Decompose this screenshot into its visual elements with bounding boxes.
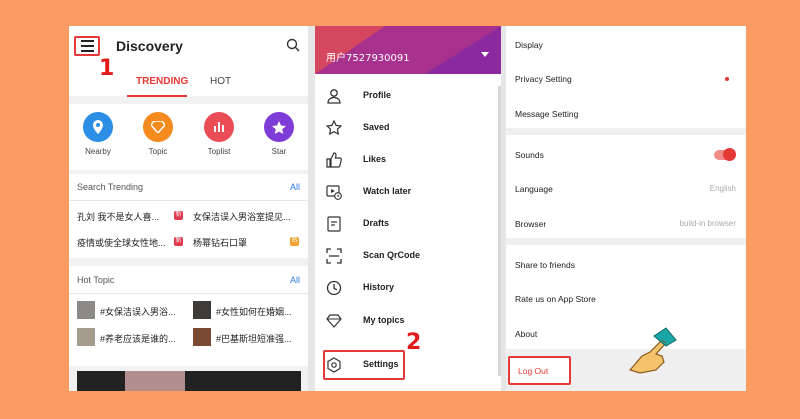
setting-browser[interactable]: Browser bbox=[515, 219, 546, 229]
hot-topic-item[interactable]: #女保洁误入男浴... bbox=[100, 305, 184, 318]
setting-language[interactable]: Language bbox=[515, 184, 553, 194]
hot-topic-item[interactable]: #巴基斯坦短准强... bbox=[216, 332, 302, 345]
setting-about[interactable]: About bbox=[515, 329, 537, 339]
step-number-2: 2 bbox=[406, 330, 422, 355]
settings-group-1: Display Privacy Setting Message Setting bbox=[506, 26, 746, 128]
diamond-icon bbox=[143, 112, 173, 142]
menu-item-saved[interactable]: Saved bbox=[315, 112, 501, 144]
section-header: Hot Topic bbox=[77, 275, 115, 285]
setting-privacy[interactable]: Privacy Setting bbox=[515, 74, 572, 84]
shortcut-topic[interactable]: Topic bbox=[135, 112, 181, 156]
menu-item-label: Saved bbox=[363, 122, 390, 132]
settings-screen: Display Privacy Setting Message Setting … bbox=[506, 26, 746, 391]
clock-icon bbox=[326, 280, 342, 296]
location-pin-icon bbox=[83, 112, 113, 142]
setting-display[interactable]: Display bbox=[515, 40, 543, 50]
menu-item-label: Scan QrCode bbox=[363, 250, 421, 260]
shortcut-label: Toplist bbox=[207, 147, 231, 156]
shortcut-toplist[interactable]: Toplist bbox=[196, 112, 242, 156]
discovery-screen: 1 Discovery TRENDING HOT Nearby Topic To… bbox=[69, 26, 308, 391]
search-icon[interactable] bbox=[286, 38, 300, 52]
new-badge: 新 bbox=[174, 237, 183, 246]
menu-icon[interactable] bbox=[74, 36, 100, 56]
logout-button[interactable]: Log Out bbox=[508, 356, 571, 385]
hot-topic-item[interactable]: #女性如何在婚姻... bbox=[216, 305, 302, 318]
video-thumbnail[interactable] bbox=[77, 371, 301, 391]
menu-item-label: My topics bbox=[363, 315, 405, 325]
menu-item-label: Drafts bbox=[363, 218, 390, 228]
page-title: Discovery bbox=[116, 38, 183, 54]
trending-item[interactable]: 杨幂钻石口罩 bbox=[193, 236, 285, 249]
menu-item-label: Watch later bbox=[363, 186, 412, 196]
user-banner[interactable]: 用户7527930091 bbox=[315, 26, 501, 74]
bar-chart-icon bbox=[204, 112, 234, 142]
setting-message[interactable]: Message Setting bbox=[515, 109, 578, 119]
hot-topic-item[interactable]: #养老应该是谁的... bbox=[100, 332, 184, 345]
tab-hot[interactable]: HOT bbox=[210, 76, 231, 87]
scan-qrcode-icon bbox=[326, 248, 342, 264]
tab-trending[interactable]: TRENDING bbox=[136, 76, 188, 87]
thumbs-up-icon bbox=[326, 152, 342, 168]
shortcut-label: Topic bbox=[148, 147, 168, 156]
watch-later-icon bbox=[326, 185, 342, 200]
setting-sounds[interactable]: Sounds bbox=[515, 150, 544, 160]
active-tab-indicator bbox=[127, 95, 187, 97]
topic-thumbnail bbox=[77, 328, 95, 346]
browser-value: build-in browser bbox=[679, 219, 736, 228]
screens-frame: 1 Discovery TRENDING HOT Nearby Topic To… bbox=[69, 26, 746, 391]
person-icon bbox=[327, 89, 341, 104]
divider bbox=[69, 200, 308, 201]
logout-label: Log Out bbox=[518, 366, 549, 376]
menu-item-scan-qrcode[interactable]: Scan QrCode bbox=[315, 240, 501, 272]
menu-item-watch-later[interactable]: Watch later bbox=[315, 176, 501, 208]
chevron-down-icon[interactable] bbox=[481, 52, 489, 57]
new-badge: 新 bbox=[174, 211, 183, 220]
setting-rate[interactable]: Rate us on App Store bbox=[515, 294, 596, 304]
menu-item-label: Settings bbox=[363, 359, 399, 369]
menu-item-profile[interactable]: Profile bbox=[315, 80, 501, 112]
settings-group-2: Sounds Language English Browser build-in… bbox=[506, 135, 746, 238]
shortcut-label: Star bbox=[271, 147, 287, 156]
discovery-header: 1 Discovery TRENDING HOT bbox=[69, 26, 308, 97]
username: 用户7527930091 bbox=[326, 53, 410, 64]
scrollbar[interactable] bbox=[498, 86, 501, 376]
drafts-icon bbox=[327, 216, 341, 232]
divider bbox=[69, 293, 308, 294]
shortcut-label: Nearby bbox=[85, 147, 111, 156]
shortcut-star[interactable]: Star bbox=[256, 112, 302, 156]
star-outline-icon bbox=[326, 120, 342, 136]
sounds-toggle[interactable] bbox=[714, 148, 736, 161]
menu-item-likes[interactable]: Likes bbox=[315, 144, 501, 176]
menu-item-label: History bbox=[363, 282, 395, 292]
menu-item-drafts[interactable]: Drafts bbox=[315, 208, 501, 240]
settings-icon bbox=[327, 357, 341, 373]
diamond-outline-icon bbox=[326, 314, 342, 328]
star-icon bbox=[264, 112, 294, 142]
menu-item-label: Profile bbox=[363, 90, 392, 100]
trending-item[interactable]: 孔刘 我不是女人喜... bbox=[77, 210, 169, 223]
pointing-hand-icon bbox=[628, 327, 677, 374]
setting-share[interactable]: Share to friends bbox=[515, 260, 575, 270]
language-value: English bbox=[709, 184, 736, 193]
shortcut-nearby[interactable]: Nearby bbox=[75, 112, 121, 156]
shortcut-row: Nearby Topic Toplist Star bbox=[69, 104, 308, 170]
step-number-1: 1 bbox=[99, 56, 115, 81]
hot-badge: 热 bbox=[290, 237, 299, 246]
topic-thumbnail bbox=[193, 301, 211, 319]
side-menu-screen: 用户7527930091 Profile Saved Likes Watch l… bbox=[315, 26, 501, 391]
all-link[interactable]: All bbox=[290, 182, 300, 192]
trending-item[interactable]: 女保洁误入男浴室提见... bbox=[193, 210, 301, 223]
settings-group-3: Share to friends Rate us on App Store Ab… bbox=[506, 245, 746, 349]
notification-dot bbox=[725, 77, 729, 81]
search-trending-section: Search Trending All 孔刘 我不是女人喜... 新 女保洁误入… bbox=[69, 174, 308, 258]
topic-thumbnail bbox=[77, 301, 95, 319]
topic-thumbnail bbox=[193, 328, 211, 346]
all-link[interactable]: All bbox=[290, 275, 300, 285]
trending-item[interactable]: 疫情或使全球女性地... bbox=[77, 236, 169, 249]
menu-item-label: Likes bbox=[363, 154, 387, 164]
section-header: Search Trending bbox=[77, 182, 144, 192]
hot-topic-section: Hot Topic All #女保洁误入男浴... #女性如何在婚姻... #养… bbox=[69, 266, 308, 366]
menu-item-history[interactable]: History bbox=[315, 272, 501, 304]
